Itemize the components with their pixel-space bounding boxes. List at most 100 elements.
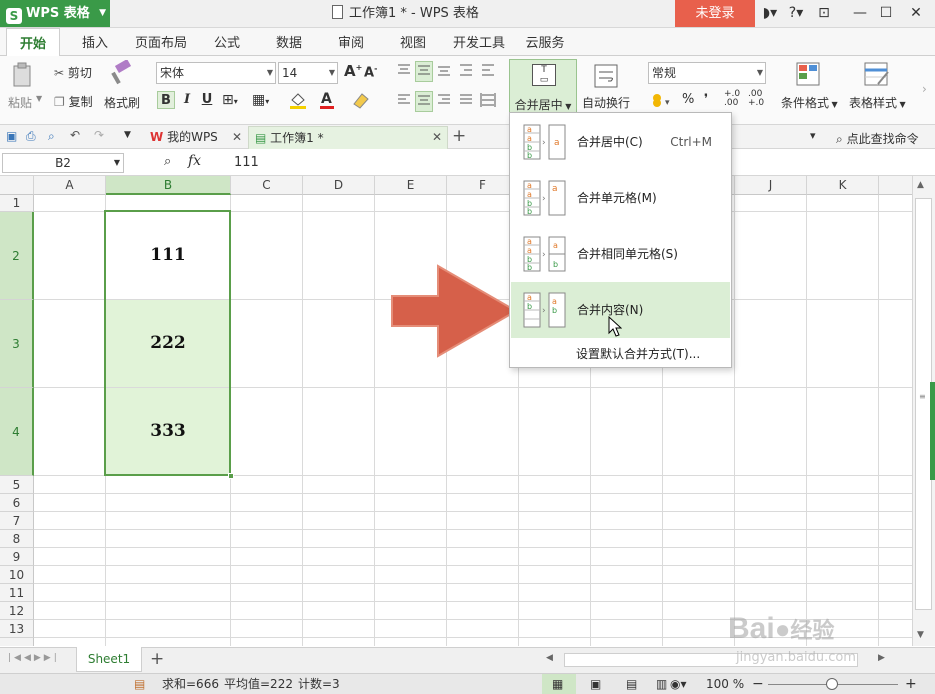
table-style-button[interactable]: 表格样式 ▼ bbox=[849, 94, 906, 111]
tab-cloud[interactable]: 云服务 bbox=[518, 28, 572, 56]
page-layout-view-icon[interactable]: ▣ bbox=[590, 674, 601, 694]
row-header-9[interactable]: 9 bbox=[0, 548, 34, 566]
tab-home[interactable]: 开始 bbox=[6, 28, 60, 57]
select-all-corner[interactable] bbox=[0, 176, 34, 195]
scroll-left-icon[interactable]: ◀ bbox=[546, 653, 553, 663]
doc-tab-workbook1[interactable]: ▤ 工作簿1 * bbox=[248, 126, 448, 149]
italic-button[interactable]: I bbox=[178, 91, 196, 109]
format-painter-icon[interactable] bbox=[108, 59, 134, 89]
indent-increase-icon[interactable] bbox=[480, 62, 496, 81]
decrease-font-icon[interactable]: A- bbox=[364, 64, 377, 80]
fill-color-icon[interactable] bbox=[288, 90, 310, 113]
status-info-icon[interactable]: ▤ bbox=[134, 674, 145, 694]
row-header-3[interactable]: 3 bbox=[0, 300, 34, 388]
row-header-7[interactable]: 7 bbox=[0, 512, 34, 530]
scroll-down-icon[interactable]: ▼ bbox=[917, 630, 924, 640]
row-header-8[interactable]: 8 bbox=[0, 530, 34, 548]
row-header-5[interactable]: 5 bbox=[0, 476, 34, 494]
conditional-format-button[interactable]: 条件格式 ▼ bbox=[781, 94, 838, 111]
column-header-j[interactable]: J bbox=[735, 176, 807, 195]
add-sheet-button[interactable]: + bbox=[150, 649, 164, 669]
formula-input[interactable]: 111 bbox=[234, 155, 259, 170]
menu-item-merge-cells[interactable]: aa bb › a 合并单元格(M) bbox=[511, 170, 730, 226]
page-break-view-icon[interactable]: ▤ bbox=[626, 674, 637, 694]
column-header-c[interactable]: C bbox=[231, 176, 303, 195]
align-top-icon[interactable] bbox=[396, 62, 412, 81]
redo-icon[interactable]: ↷ bbox=[94, 128, 104, 142]
skin-icon[interactable]: ◗▾ bbox=[756, 0, 784, 27]
distributed-align-icon[interactable] bbox=[480, 92, 496, 111]
number-format-select[interactable]: 常规 ▼ bbox=[648, 62, 766, 84]
menu-item-merge-same-cells[interactable]: aa bb › ab 合并相同单元格(S) bbox=[511, 226, 730, 282]
wrap-text-icon[interactable] bbox=[594, 64, 618, 91]
zoom-in-icon[interactable]: + bbox=[905, 674, 917, 694]
tab-data[interactable]: 数据 bbox=[262, 28, 316, 56]
paste-button[interactable] bbox=[10, 62, 36, 91]
reading-mode-icon[interactable]: ▥ bbox=[656, 674, 667, 694]
zoom-level[interactable]: 100 % bbox=[706, 674, 744, 694]
sheet-tab-sheet1[interactable]: Sheet1 bbox=[76, 647, 142, 672]
zoom-formula-icon[interactable]: ⌕ bbox=[164, 154, 171, 169]
font-name-select[interactable]: 宋体 ▼ bbox=[156, 62, 276, 84]
tab-developer[interactable]: 开发工具 bbox=[448, 28, 510, 56]
increase-font-icon[interactable]: A+ bbox=[344, 62, 362, 80]
quick-customize-icon[interactable]: ▼ bbox=[124, 130, 131, 140]
zoom-out-icon[interactable]: − bbox=[752, 674, 764, 694]
login-button[interactable]: 未登录 bbox=[675, 0, 755, 27]
cell-fill-pattern-icon[interactable]: ▦▾ bbox=[252, 92, 269, 108]
zoom-slider-thumb[interactable] bbox=[826, 678, 838, 690]
underline-button[interactable]: U bbox=[198, 91, 216, 109]
chevron-down-icon[interactable]: ▼ bbox=[36, 94, 42, 103]
row-header-10[interactable]: 10 bbox=[0, 566, 34, 584]
print-icon[interactable]: ⎙ bbox=[26, 129, 36, 144]
maximize-icon[interactable]: ☐ bbox=[872, 0, 900, 27]
row-header-6[interactable]: 6 bbox=[0, 494, 34, 512]
column-header-a[interactable]: A bbox=[34, 176, 106, 195]
tab-view[interactable]: 视图 bbox=[386, 28, 440, 56]
border-icon[interactable]: ⊞▾ bbox=[222, 92, 238, 108]
undo-icon[interactable]: ↶ bbox=[70, 128, 80, 142]
cut-button[interactable]: ✂ 剪切 bbox=[54, 64, 92, 81]
tab-formulas[interactable]: 公式 bbox=[200, 28, 254, 56]
row-header-14[interactable] bbox=[0, 638, 34, 646]
percent-button[interactable]: % bbox=[682, 92, 694, 107]
column-header-d[interactable]: D bbox=[303, 176, 375, 195]
restore-panel-icon[interactable]: ⊡ bbox=[810, 0, 838, 27]
column-header-b[interactable]: B bbox=[106, 176, 231, 195]
row-header-13[interactable]: 13 bbox=[0, 620, 34, 638]
sheet-navigation-icon[interactable]: |◀◀▶▶| bbox=[8, 653, 60, 663]
command-search[interactable]: ⌕ 点此查找命令 bbox=[836, 130, 919, 147]
tab-page-layout[interactable]: 页面布局 bbox=[130, 28, 192, 56]
close-tab-icon[interactable]: ✕ bbox=[432, 130, 442, 144]
bold-button[interactable]: B bbox=[157, 91, 175, 109]
column-header-e[interactable]: E bbox=[375, 176, 447, 195]
align-middle-icon[interactable] bbox=[415, 61, 433, 82]
name-box[interactable]: B2 ▼ bbox=[2, 153, 124, 173]
decrease-decimal-icon[interactable]: .00 +.0 bbox=[748, 90, 764, 108]
column-header-l[interactable] bbox=[879, 176, 912, 195]
menu-item-merge-center[interactable]: aa bb › a 合并居中(C) Ctrl+M bbox=[511, 114, 730, 170]
tab-review[interactable]: 审阅 bbox=[324, 28, 378, 56]
indent-decrease-icon[interactable] bbox=[458, 62, 474, 81]
row-header-11[interactable]: 11 bbox=[0, 584, 34, 602]
save-icon[interactable]: ▣ bbox=[6, 129, 17, 143]
format-painter-button[interactable]: 格式刷 bbox=[104, 94, 140, 111]
align-right-icon[interactable] bbox=[436, 92, 452, 111]
align-justify-icon[interactable] bbox=[458, 92, 474, 111]
ribbon-scroll-right-icon[interactable]: › bbox=[922, 82, 927, 96]
fill-handle[interactable] bbox=[228, 473, 234, 479]
row-header-12[interactable]: 12 bbox=[0, 602, 34, 620]
tab-list-icon[interactable]: ▾ bbox=[810, 129, 816, 142]
eye-care-icon[interactable]: ◉▾ bbox=[670, 674, 687, 694]
normal-view-button[interactable]: ▦ bbox=[542, 674, 576, 694]
currency-icon[interactable]: ▾ bbox=[650, 92, 676, 113]
menu-item-set-default-merge[interactable]: 设置默认合并方式(T)... bbox=[576, 345, 700, 362]
fx-icon[interactable]: fx bbox=[188, 153, 201, 169]
comma-button[interactable]: ❜ bbox=[704, 92, 708, 107]
merge-center-button[interactable]: T ▭ 合并居中 ▼ bbox=[509, 59, 577, 115]
conditional-format-icon[interactable] bbox=[796, 62, 820, 89]
close-tab-icon[interactable]: ✕ bbox=[232, 130, 242, 144]
row-header-2[interactable]: 2 bbox=[0, 212, 34, 300]
wrap-text-button[interactable]: 自动换行 bbox=[582, 94, 630, 111]
minimize-icon[interactable]: — bbox=[846, 0, 874, 27]
